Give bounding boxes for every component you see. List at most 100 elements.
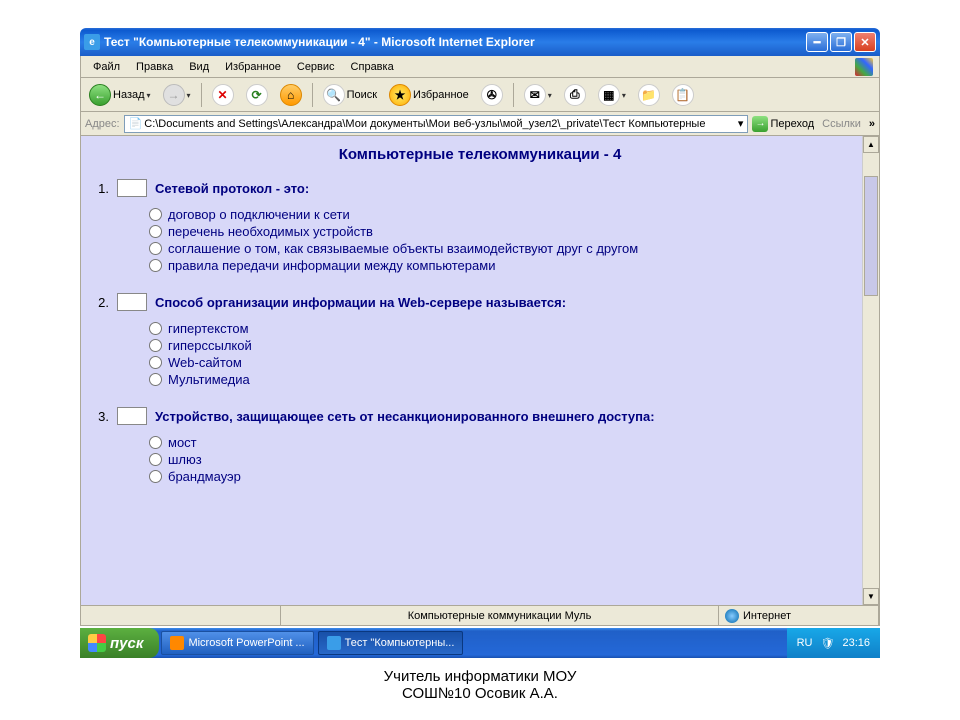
option: Web-сайтом <box>149 355 867 370</box>
option-radio[interactable] <box>149 225 162 238</box>
option-label: гиперссылкой <box>168 338 252 353</box>
folder-button[interactable]: 📁 <box>634 82 664 108</box>
answer-box[interactable] <box>117 293 147 311</box>
minimize-button[interactable]: ━ <box>806 32 828 52</box>
option: шлюз <box>149 452 867 467</box>
option: брандмауэр <box>149 469 867 484</box>
stop-icon: ✕ <box>212 84 234 106</box>
language-indicator[interactable]: RU <box>797 637 813 649</box>
page-title: Компьютерные телекоммуникации - 4 <box>93 146 867 163</box>
go-button[interactable]: →Переход <box>752 116 814 132</box>
answer-box[interactable] <box>117 179 147 197</box>
zone-label: Интернет <box>743 610 791 622</box>
question-text: Способ организации информации на Web-сер… <box>155 295 566 310</box>
history-button[interactable]: ✇ <box>477 82 507 108</box>
refresh-icon: ⟳ <box>246 84 268 106</box>
scroll-down-icon[interactable]: ▼ <box>863 588 879 605</box>
option: соглашение о том, как связываемые объект… <box>149 241 867 256</box>
option-radio[interactable] <box>149 242 162 255</box>
option-radio[interactable] <box>149 339 162 352</box>
option-label: шлюз <box>168 452 202 467</box>
option-label: брандмауэр <box>168 469 241 484</box>
print-button[interactable]: ⎙ <box>560 82 590 108</box>
option: правила передачи информации между компью… <box>149 258 867 273</box>
caption-line1: Учитель информатики МОУ <box>0 668 960 685</box>
menu-view[interactable]: Вид <box>181 59 217 75</box>
question-text: Устройство, защищающее сеть от несанкцио… <box>155 409 655 424</box>
taskbar-item[interactable]: Тест "Компьютерны... <box>318 631 464 655</box>
links-label[interactable]: Ссылки <box>818 118 865 130</box>
caption-line2: СОШ№10 Осовик А.А. <box>0 685 960 702</box>
option-radio[interactable] <box>149 259 162 272</box>
clock[interactable]: 23:16 <box>842 637 870 649</box>
question-number: 1. <box>93 181 109 196</box>
taskbar-item[interactable]: Microsoft PowerPoint ... <box>161 631 313 655</box>
option-radio[interactable] <box>149 322 162 335</box>
address-bar: Адрес: 📄C:\Documents and Settings\Алекса… <box>80 112 880 136</box>
menu-help[interactable]: Справка <box>343 59 402 75</box>
back-icon: ← <box>89 84 111 106</box>
option-label: договор о подключении к сети <box>168 207 350 222</box>
mail-icon: ✉ <box>524 84 546 106</box>
tray-icon[interactable]: 🛡 <box>821 637 835 650</box>
chevron-icon[interactable]: » <box>869 118 875 130</box>
option-radio[interactable] <box>149 356 162 369</box>
option-label: Мультимедиа <box>168 372 250 387</box>
refresh-button[interactable]: ⟳ <box>242 82 272 108</box>
task-label: Microsoft PowerPoint ... <box>188 637 304 649</box>
back-button[interactable]: ←Назад <box>85 82 155 108</box>
menu-file[interactable]: Файл <box>85 59 128 75</box>
search-icon: 🔍 <box>323 84 345 106</box>
menu-edit[interactable]: Правка <box>128 59 181 75</box>
menu-tools[interactable]: Сервис <box>289 59 343 75</box>
option-radio[interactable] <box>149 470 162 483</box>
option-radio[interactable] <box>149 436 162 449</box>
option: перечень необходимых устройств <box>149 224 867 239</box>
stop-button[interactable]: ✕ <box>208 82 238 108</box>
address-value: C:\Documents and Settings\Александра\Мои… <box>144 118 705 130</box>
print-icon: ⎙ <box>564 84 586 106</box>
vertical-scrollbar[interactable]: ▲ ▼ <box>862 136 879 605</box>
toolbar: ←Назад → ✕ ⟳ ⌂ 🔍Поиск ★Избранное ✇ ✉ ⎙ ▦… <box>80 78 880 112</box>
menu-favorites[interactable]: Избранное <box>217 59 289 75</box>
page-file-icon: 📄 <box>129 117 143 130</box>
back-label: Назад <box>113 89 145 101</box>
history-icon: ✇ <box>481 84 503 106</box>
start-button[interactable]: пуск <box>80 628 159 658</box>
favorites-button[interactable]: ★Избранное <box>385 82 473 108</box>
question-text: Сетевой протокол - это: <box>155 181 309 196</box>
task-label: Тест "Компьютерны... <box>345 637 455 649</box>
option-radio[interactable] <box>149 453 162 466</box>
option: мост <box>149 435 867 450</box>
star-icon: ★ <box>389 84 411 106</box>
answer-box[interactable] <box>117 407 147 425</box>
mail-button[interactable]: ✉ <box>520 82 556 108</box>
edit-icon: ▦ <box>598 84 620 106</box>
option-label: правила передачи информации между компью… <box>168 258 495 273</box>
close-button[interactable]: ✕ <box>854 32 876 52</box>
forward-button[interactable]: → <box>159 82 195 108</box>
option: Мультимедиа <box>149 372 867 387</box>
address-input[interactable]: 📄C:\Documents and Settings\Александра\Мо… <box>124 115 749 133</box>
question: 1. Сетевой протокол - это: договор о подк… <box>93 179 867 273</box>
taskbar: пуск Microsoft PowerPoint ... Тест "Компь… <box>80 628 880 658</box>
search-label: Поиск <box>347 89 377 101</box>
task-app-icon <box>327 636 341 650</box>
scroll-up-icon[interactable]: ▲ <box>863 136 879 153</box>
option: договор о подключении к сети <box>149 207 867 222</box>
maximize-button[interactable]: ❐ <box>830 32 852 52</box>
edit-button[interactable]: ▦ <box>594 82 630 108</box>
home-button[interactable]: ⌂ <box>276 82 306 108</box>
status-bar: Компьютерные коммуникации Муль Интернет <box>80 606 880 626</box>
scrollbar-thumb[interactable] <box>864 176 878 296</box>
folder-icon: 📁 <box>638 84 660 106</box>
option-label: перечень необходимых устройств <box>168 224 373 239</box>
research-button[interactable]: 📋 <box>668 82 698 108</box>
search-button[interactable]: 🔍Поиск <box>319 82 381 108</box>
option-radio[interactable] <box>149 373 162 386</box>
question: 3. Устройство, защищающее сеть от несанк… <box>93 407 867 484</box>
status-center: Компьютерные коммуникации Муль <box>281 606 719 625</box>
window-titlebar: e Тест "Компьютерные телекоммуникации - … <box>80 28 880 56</box>
favorites-label: Избранное <box>413 89 469 101</box>
option-radio[interactable] <box>149 208 162 221</box>
